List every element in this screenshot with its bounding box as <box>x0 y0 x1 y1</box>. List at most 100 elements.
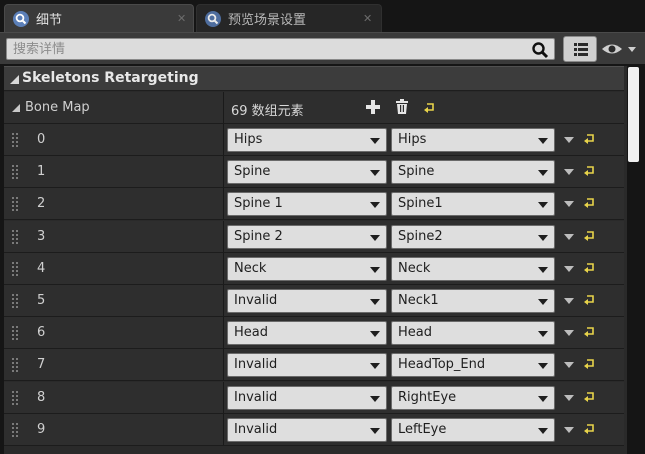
view-options-button[interactable] <box>563 36 597 62</box>
collapse-arrow-icon[interactable] <box>12 104 20 112</box>
source-bone-dropdown[interactable]: Spine 2 <box>227 224 387 249</box>
target-bone-dropdown[interactable]: RightEye <box>391 385 555 410</box>
details-icon <box>204 10 222 28</box>
dropdown-arrow-icon <box>538 202 548 209</box>
table-row: 8 Invalid RightEye <box>4 381 624 414</box>
scrollbar-thumb[interactable] <box>628 67 639 162</box>
drag-handle-icon[interactable] <box>12 229 20 244</box>
details-icon <box>12 10 30 28</box>
target-bone-dropdown[interactable]: Hips <box>391 128 555 152</box>
tab-details[interactable]: 细节 ✕ <box>4 4 194 32</box>
source-bone-dropdown[interactable]: Neck <box>227 256 387 281</box>
row-index: 4 <box>37 260 46 276</box>
target-bone-value: Neck1 <box>398 293 439 308</box>
dropdown-arrow-icon <box>538 170 548 177</box>
source-bone-value: Invalid <box>234 421 278 437</box>
reset-arrow-icon[interactable] <box>584 197 596 209</box>
row-options-icon[interactable] <box>564 394 574 401</box>
target-bone-dropdown[interactable]: Spine2 <box>391 224 555 249</box>
source-bone-dropdown[interactable]: Invalid <box>227 289 387 313</box>
source-bone-value: Neck <box>234 260 267 276</box>
vertical-scrollbar[interactable] <box>627 66 640 454</box>
target-bone-dropdown[interactable]: Neck1 <box>391 289 555 313</box>
target-bone-dropdown[interactable]: Spine1 <box>391 192 555 217</box>
row-options-icon[interactable] <box>564 298 574 304</box>
column-divider <box>223 349 224 381</box>
source-bone-dropdown[interactable]: Invalid <box>227 385 387 410</box>
tab-bar: 细节 ✕ 预览场景设置 ✕ <box>0 0 645 32</box>
row-options-icon[interactable] <box>564 330 574 337</box>
drag-handle-icon[interactable] <box>12 390 20 405</box>
dropdown-arrow-icon <box>370 331 380 338</box>
drag-handle-icon[interactable] <box>12 133 20 147</box>
search-icon[interactable] <box>531 41 549 59</box>
reset-arrow-icon[interactable] <box>584 391 596 403</box>
trash-icon[interactable] <box>394 99 410 115</box>
drag-handle-icon[interactable] <box>12 197 20 212</box>
drag-handle-icon[interactable] <box>12 165 20 180</box>
search-input[interactable] <box>13 39 523 59</box>
row-options-icon[interactable] <box>564 201 574 208</box>
row-options-icon[interactable] <box>564 137 574 143</box>
source-bone-value: Invalid <box>234 357 278 373</box>
column-divider <box>223 252 224 284</box>
row-index: 5 <box>37 293 46 308</box>
source-bone-value: Invalid <box>234 293 278 308</box>
reset-arrow-icon[interactable] <box>584 326 596 338</box>
drag-handle-icon[interactable] <box>12 422 20 437</box>
drag-handle-icon[interactable] <box>12 261 20 276</box>
column-divider <box>223 220 224 252</box>
category-header[interactable]: Skeletons Retargeting <box>4 66 624 91</box>
target-bone-dropdown[interactable]: Spine <box>391 160 555 185</box>
reset-arrow-icon[interactable] <box>584 165 596 177</box>
target-bone-dropdown[interactable]: LeftEye <box>391 417 555 442</box>
drag-handle-icon[interactable] <box>12 294 20 308</box>
reset-arrow-icon[interactable] <box>584 262 596 274</box>
target-bone-dropdown[interactable]: Head <box>391 321 555 346</box>
row-index: 9 <box>37 421 46 437</box>
close-icon[interactable]: ✕ <box>177 12 186 25</box>
dropdown-arrow-icon <box>538 331 548 338</box>
plus-icon[interactable] <box>365 99 381 115</box>
row-options-icon[interactable] <box>564 169 574 176</box>
reset-arrow-icon[interactable] <box>584 358 596 370</box>
column-divider <box>223 413 224 445</box>
drag-handle-icon[interactable] <box>12 326 20 341</box>
visibility-filter-button[interactable] <box>600 39 640 59</box>
target-bone-dropdown[interactable]: Neck <box>391 256 555 281</box>
row-options-icon[interactable] <box>564 426 574 433</box>
row-options-icon[interactable] <box>564 233 574 240</box>
dropdown-arrow-icon <box>370 427 380 434</box>
details-panel-window: 细节 ✕ 预览场景设置 ✕ 搜索详情 Skeletons Retargeting… <box>0 0 645 454</box>
close-icon[interactable]: ✕ <box>363 12 372 25</box>
eye-icon <box>602 44 636 54</box>
table-row: 1 Spine Spine <box>4 156 624 189</box>
dropdown-arrow-icon <box>370 234 380 241</box>
tab-preview-scene-settings[interactable]: 预览场景设置 ✕ <box>196 4 382 32</box>
reset-arrow-icon[interactable] <box>584 294 596 306</box>
table-row: 4 Neck Neck <box>4 252 624 285</box>
reset-arrow-icon[interactable] <box>584 230 596 242</box>
search-box[interactable] <box>6 38 555 60</box>
source-bone-dropdown[interactable]: Invalid <box>227 417 387 442</box>
reset-arrow-icon[interactable] <box>584 133 596 145</box>
source-bone-dropdown[interactable]: Invalid <box>227 353 387 378</box>
target-bone-dropdown[interactable]: HeadTop_End <box>391 353 555 378</box>
dropdown-arrow-icon <box>370 170 380 177</box>
source-bone-dropdown[interactable]: Spine <box>227 160 387 185</box>
row-options-icon[interactable] <box>564 362 574 369</box>
drag-handle-icon[interactable] <box>12 358 20 373</box>
source-bone-dropdown[interactable]: Hips <box>227 128 387 152</box>
collapse-arrow-icon[interactable] <box>10 75 19 84</box>
row-index: 7 <box>37 357 46 373</box>
reset-arrow-icon[interactable] <box>584 423 596 435</box>
source-bone-dropdown[interactable]: Head <box>227 321 387 346</box>
source-bone-value: Spine 1 <box>234 196 283 212</box>
row-options-icon[interactable] <box>564 265 574 272</box>
row-index: 3 <box>37 228 46 244</box>
column-divider <box>223 188 224 220</box>
source-bone-dropdown[interactable]: Spine 1 <box>227 192 387 217</box>
category-title: Skeletons Retargeting <box>22 70 199 86</box>
source-bone-value: Spine 2 <box>234 228 283 244</box>
reset-arrow-icon[interactable] <box>424 99 440 115</box>
